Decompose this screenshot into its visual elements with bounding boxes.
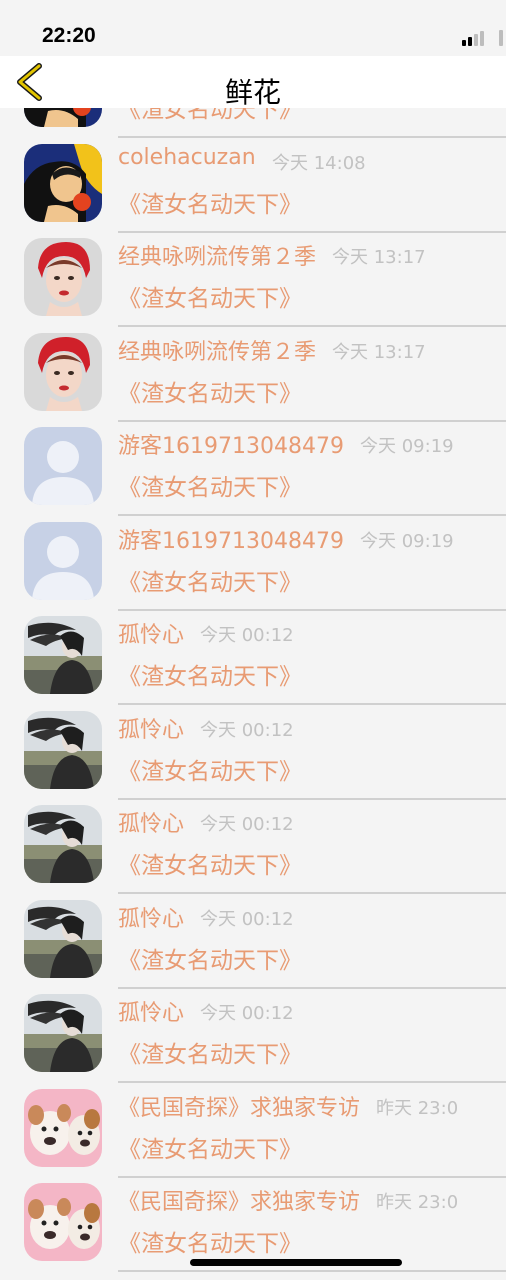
book-title[interactable]: 《渣女名动天下》 [118, 1224, 302, 1258]
book-title[interactable]: 《渣女名动天下》 [118, 279, 302, 313]
list-item[interactable]: 孤怜心 今天 00:12 《渣女名动天下》 [0, 788, 506, 894]
username[interactable]: 孤怜心 [118, 901, 184, 933]
page-title: 鲜花 [224, 76, 281, 109]
book-title[interactable]: 《渣女名动天下》 [118, 468, 302, 502]
timestamp: 今天 00:12 [200, 908, 294, 930]
timestamp: 今天 00:12 [200, 719, 294, 741]
timestamp: 今天 09:19 [360, 530, 454, 552]
username[interactable]: 经典咏咧流传第２季 [118, 334, 316, 366]
username[interactable]: 经典咏咧流传第２季 [118, 239, 316, 271]
book-title[interactable]: 《渣女名动天下》 [118, 1130, 302, 1164]
status-bar: 22:20 [0, 0, 506, 56]
book-title[interactable]: 《渣女名动天下》 [118, 657, 302, 691]
timestamp: 今天 13:17 [332, 341, 426, 363]
timestamp: 昨天 23:0 [376, 1192, 459, 1213]
avatar[interactable] [24, 994, 102, 1072]
timestamp: 今天 00:12 [200, 1003, 294, 1024]
avatar[interactable] [24, 1183, 102, 1261]
username[interactable]: 游客1619713048479 [118, 523, 344, 555]
timestamp: 今天 14:08 [272, 152, 366, 174]
list-item[interactable]: 经典咏咧流传第２季 今天 13:17 《渣女名动天下》 [0, 316, 506, 422]
timestamp: 今天 09:19 [360, 436, 454, 457]
list-item[interactable]: 孤怜心 今天 00:12 《渣女名动天下》 [0, 694, 506, 800]
avatar[interactable] [24, 805, 102, 883]
username[interactable]: 孤怜心 [118, 712, 184, 744]
home-indicator[interactable] [190, 1259, 402, 1266]
username[interactable]: 《民国奇探》求独家专访 [118, 1090, 360, 1122]
timestamp: 昨天 23:0 [376, 1097, 459, 1119]
avatar[interactable] [24, 1088, 102, 1167]
avatar[interactable] [24, 616, 102, 694]
book-title[interactable]: 《渣女名动天下》 [118, 185, 302, 219]
list-item[interactable]: 经典咏咧流传第２季 今天 13:17 《渣女名动天下》 [0, 221, 506, 327]
book-title[interactable]: 《渣女名动天下》 [118, 846, 302, 880]
avatar[interactable] [24, 710, 102, 789]
flower-gift-list: 《渣女名动天下》 colehacuzan 今天 14:08 《渣女名动天下》 经典咏咧流… [0, 0, 506, 1280]
username[interactable]: colehacuzan [118, 145, 256, 170]
book-title[interactable]: 《渣女名动天下》 [118, 563, 302, 597]
book-title[interactable]: 《渣女名动天下》 [118, 1035, 302, 1069]
timestamp: 今天 00:12 [200, 814, 294, 835]
list-item[interactable]: 孤怜心 今天 00:12 《渣女名动天下》 [0, 977, 506, 1083]
list-item[interactable]: 孤怜心 今天 00:12 《渣女名动天下》 [0, 599, 506, 705]
list-item[interactable]: 《民国奇探》求独家专访 昨天 23:0 《渣女名动天下》 [0, 1072, 506, 1178]
timestamp: 今天 13:17 [332, 247, 426, 268]
avatar[interactable] [24, 521, 102, 600]
username[interactable]: 孤怜心 [118, 617, 184, 649]
avatar[interactable] [24, 427, 102, 505]
username[interactable]: 孤怜心 [118, 995, 184, 1027]
list-item[interactable]: 孤怜心 今天 00:12 《渣女名动天下》 [0, 883, 506, 989]
avatar[interactable] [24, 332, 102, 411]
avatar[interactable] [24, 143, 102, 222]
list-item[interactable]: colehacuzan 今天 14:08 《渣女名动天下》 [0, 127, 506, 233]
status-time: 22:20 [42, 24, 96, 47]
avatar[interactable] [24, 899, 102, 978]
username[interactable]: 游客1619713048479 [118, 428, 344, 460]
timestamp: 今天 00:12 [200, 625, 294, 646]
nav-bar: 鲜花 [0, 56, 506, 109]
list-item[interactable]: 游客1619713048479 今天 09:19 《渣女名动天下》 [0, 410, 506, 516]
book-title[interactable]: 《渣女名动天下》 [118, 941, 302, 975]
signal-icon [462, 30, 503, 46]
book-title[interactable]: 《渣女名动天下》 [118, 374, 302, 408]
avatar[interactable] [24, 238, 102, 316]
book-title[interactable]: 《渣女名动天下》 [118, 752, 302, 786]
list-item[interactable]: 《民国奇探》求独家专访 昨天 23:0 《渣女名动天下》 [0, 1166, 506, 1272]
list-item[interactable]: 游客1619713048479 今天 09:19 《渣女名动天下》 [0, 505, 506, 611]
username[interactable]: 孤怜心 [118, 806, 184, 838]
divider [118, 1270, 506, 1272]
username[interactable]: 《民国奇探》求独家专访 [118, 1184, 360, 1216]
